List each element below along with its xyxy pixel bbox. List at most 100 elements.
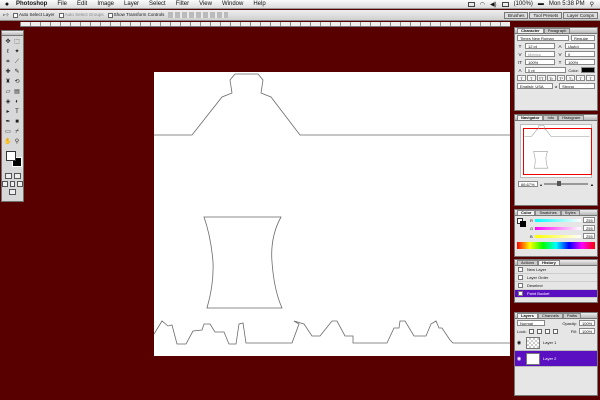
navigator-zoom-slider[interactable] xyxy=(544,181,589,186)
auto-select-layer-checkbox[interactable] xyxy=(13,12,19,18)
menu-view[interactable]: View xyxy=(194,1,217,7)
move-icon[interactable]: ✥ xyxy=(4,37,12,46)
fill-field[interactable]: 100% xyxy=(579,328,595,334)
history-item[interactable]: Layer Order xyxy=(515,274,597,282)
eye-icon[interactable]: ◉ xyxy=(515,356,523,362)
navigator-zoom-field[interactable]: 66.67% xyxy=(518,181,538,187)
zoom-icon[interactable]: ⚲ xyxy=(13,137,21,146)
layer-name[interactable]: Layer 2 xyxy=(543,356,556,361)
strikethrough-button[interactable]: T xyxy=(586,75,595,81)
lock-transparency-icon[interactable] xyxy=(528,328,534,334)
palette-well-tab-layer-comps[interactable]: Layer Comps xyxy=(563,11,598,19)
auto-select-groups-checkbox[interactable] xyxy=(58,12,64,18)
text-color-swatch[interactable] xyxy=(581,67,595,73)
small-caps-button[interactable]: Tr xyxy=(546,75,556,81)
lasso-icon[interactable]: ℓ xyxy=(4,47,12,56)
crop-icon[interactable]: ⌗ xyxy=(4,57,12,66)
font-style-select[interactable]: Regular xyxy=(571,35,595,41)
tab-history[interactable]: History xyxy=(538,260,560,265)
eyedropper-icon[interactable]: ⌿ xyxy=(13,127,21,136)
color-slider-g[interactable] xyxy=(535,226,581,230)
hand-icon[interactable]: ✋ xyxy=(4,137,12,146)
move-tool-preset-icon[interactable]: ▹⊹ xyxy=(3,12,9,18)
superscript-button[interactable]: T¹ xyxy=(556,75,566,81)
tracking-field[interactable]: 0 xyxy=(565,51,595,57)
healing-icon[interactable]: ✚ xyxy=(4,67,12,76)
tab-actions[interactable]: Actions xyxy=(517,260,539,265)
lock-image-icon[interactable] xyxy=(536,328,542,334)
navigator-panel-header[interactable]: Navigator Info Histogram xyxy=(515,115,597,121)
anti-alias-select[interactable]: Strong xyxy=(559,83,596,89)
color-slider-b[interactable] xyxy=(534,234,581,238)
tab-character[interactable]: Character xyxy=(517,28,544,33)
screen-mode-full-black-icon[interactable] xyxy=(17,181,24,187)
zoom-in-icon[interactable]: ▲ xyxy=(590,182,594,187)
eye-icon[interactable]: ◉ xyxy=(515,340,523,346)
palette-well-tab-brushes[interactable]: Brushes xyxy=(503,11,529,19)
document-canvas[interactable] xyxy=(154,72,510,356)
brush-icon[interactable]: ✎ xyxy=(13,67,21,76)
tab-navigator[interactable]: Navigator xyxy=(517,115,544,120)
apple-menu-icon[interactable]: ● xyxy=(0,1,14,8)
horizontal-ruler[interactable] xyxy=(20,22,510,27)
slice-icon[interactable]: ⟋ xyxy=(13,57,21,66)
subscript-button[interactable]: T₁ xyxy=(566,75,576,81)
layer-name[interactable]: Layer 1 xyxy=(543,340,556,345)
horizontal-scale-field[interactable]: 100% xyxy=(565,59,595,65)
display-icon[interactable] xyxy=(467,1,475,7)
menu-file[interactable]: File xyxy=(52,1,72,7)
menu-window[interactable]: Window xyxy=(217,1,248,7)
history-item[interactable]: New Layer xyxy=(515,266,597,274)
magic-wand-icon[interactable]: ✦ xyxy=(13,47,21,56)
opacity-field[interactable]: 100% xyxy=(579,320,595,326)
show-transform-controls-option[interactable]: Show Transform Controls xyxy=(107,12,164,18)
underline-button[interactable]: T xyxy=(576,75,586,81)
blend-mode-select[interactable]: Normal xyxy=(517,320,545,326)
jump-to-imageready-icon[interactable] xyxy=(9,189,16,195)
navigator-preview[interactable] xyxy=(520,124,592,178)
baseline-shift-field[interactable]: 0 pt xyxy=(525,67,567,73)
menu-help[interactable]: Help xyxy=(248,1,270,7)
pen-icon[interactable]: ✒ xyxy=(4,117,12,126)
color-value-r[interactable]: 255 xyxy=(583,217,595,223)
tab-histogram[interactable]: Histogram xyxy=(558,115,585,120)
leading-field[interactable]: (Auto) xyxy=(565,43,595,49)
tab-paths[interactable]: Paths xyxy=(562,313,582,318)
history-item-active[interactable]: Paint Bucket xyxy=(515,290,597,298)
blur-icon[interactable]: ◈ xyxy=(4,97,12,106)
stamp-icon[interactable]: ♜ xyxy=(4,77,12,86)
color-slider-r[interactable] xyxy=(534,218,581,222)
tab-swatches[interactable]: Swatches xyxy=(535,210,561,215)
color-panel-bg-swatch[interactable] xyxy=(520,221,526,227)
layer-row[interactable]: ◉ Layer 1 xyxy=(515,335,597,351)
tab-color[interactable]: Color xyxy=(517,210,536,215)
app-menu[interactable]: Photoshop xyxy=(14,1,52,7)
clock[interactable]: Mon 5:38 PM xyxy=(549,1,585,7)
history-item[interactable]: Deselect xyxy=(515,282,597,290)
lock-position-icon[interactable] xyxy=(544,328,550,334)
all-caps-button[interactable]: TT xyxy=(536,75,546,81)
screen-mode-standard-icon[interactable] xyxy=(2,181,8,187)
battery-icon[interactable] xyxy=(501,1,509,7)
foreground-color-swatch[interactable] xyxy=(6,151,16,161)
font-size-field[interactable]: 12 pt xyxy=(525,43,555,49)
tab-paragraph[interactable]: Paragraph xyxy=(543,28,571,33)
layer-row-active[interactable]: ◉ Layer 2 xyxy=(515,351,597,367)
history-brush-icon[interactable]: ⟲ xyxy=(13,77,21,86)
palette-well-tab-tool-presets[interactable]: Tool Presets xyxy=(529,11,563,19)
spotlight-icon[interactable]: ⚲ xyxy=(590,1,594,8)
type-icon[interactable]: T xyxy=(13,107,21,116)
path-selection-icon[interactable]: ▸ xyxy=(4,107,12,116)
language-select[interactable]: English: USA xyxy=(517,83,553,89)
screen-mode-full-icon[interactable] xyxy=(9,181,16,187)
volume-icon[interactable]: ◀) xyxy=(490,1,497,8)
faux-italic-button[interactable]: T xyxy=(526,75,536,81)
flag-icon[interactable]: ▬ xyxy=(538,1,544,7)
color-value-g[interactable]: 255 xyxy=(583,225,595,231)
menu-layer[interactable]: Layer xyxy=(119,1,144,7)
color-spectrum-bar[interactable] xyxy=(517,242,595,249)
quick-mask-icon[interactable] xyxy=(13,173,21,179)
menu-edit[interactable]: Edit xyxy=(72,1,92,7)
font-family-select[interactable]: Times New Roman xyxy=(517,35,569,41)
gradient-icon[interactable]: ▤ xyxy=(13,87,21,96)
